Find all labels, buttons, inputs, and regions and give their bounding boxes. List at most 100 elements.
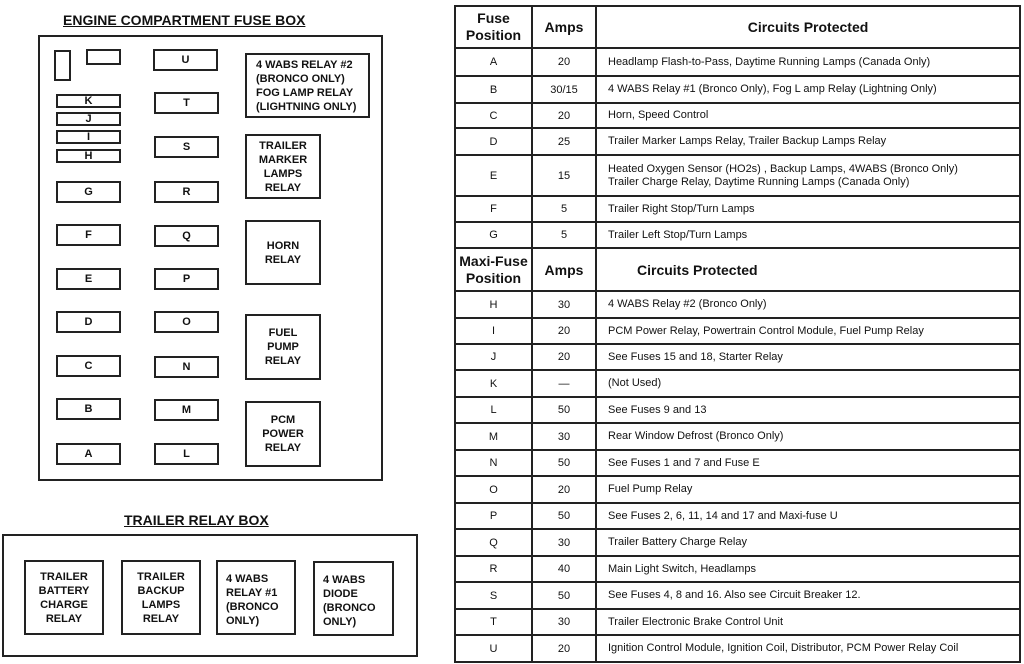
fuse-position-cell: C [454,102,533,129]
relay-trailer-marker-lamps: TRAILER MARKER LAMPS RELAY [245,134,321,199]
fuse-slot-B: B [56,398,121,420]
fuse-slot-R: R [154,181,219,203]
header-fuse-position: Fuse Position [454,5,533,49]
fuse-slot-H: H [56,149,121,163]
fuse-position-cell: I [454,317,533,345]
fuse-position-cell: A [454,47,533,77]
amps-cell: 20 [531,343,597,371]
fuse-slot-G: G [56,181,121,203]
diode-4wabs: 4 WABS DIODE (BRONCO ONLY) [313,561,394,636]
table-row: O 20 Fuel Pump Relay [454,475,1021,504]
fuse-slot-N: N [154,356,219,378]
maxi-fuse-table-header: Maxi-Fuse Position Amps Circuits Protected [454,247,1021,292]
table-row: U 20 Ignition Control Module, Ignition Coi… [454,634,1021,663]
table-row: L 50 See Fuses 9 and 13 [454,396,1021,424]
fuse-slot-I: I [56,130,121,144]
amps-cell: 20 [531,317,597,345]
table-row: C 20 Horn, Speed Control [454,102,1021,129]
circuits-cell: PCM Power Relay, Powertrain Control Modu… [595,317,1021,345]
table-row: K — (Not Used) [454,369,1021,398]
amps-cell: 50 [531,502,597,530]
fuse-slot-U: U [153,49,218,71]
amps-cell: 30 [531,528,597,557]
amps-cell: — [531,369,597,398]
fuse-slot-M: M [154,399,219,421]
amps-cell: 30 [531,290,597,319]
fuse-position-cell: Q [454,528,533,557]
fuse-position-cell: K [454,369,533,398]
fuse-slot-T: T [154,92,219,114]
table-row: R 40 Main Light Switch, Headlamps [454,555,1021,583]
table-row: P 50 See Fuses 2, 6, 11, 14 and 17 and Max… [454,502,1021,530]
circuits-cell: See Fuses 1 and 7 and Fuse E [595,449,1021,477]
amps-cell: 40 [531,555,597,583]
fuse-slot-D: D [56,311,121,333]
fuse-position-cell: U [454,634,533,663]
fuse-position-cell: F [454,195,533,223]
fuse-slot-E: E [56,268,121,290]
table-row: T 30 Trailer Electronic Brake Control Unit [454,608,1021,636]
table-row: J 20 See Fuses 15 and 18, Starter Relay [454,343,1021,371]
relay-trailer-battery-charge: TRAILER BATTERY CHARGE RELAY [24,560,104,635]
fuse-position-cell: T [454,608,533,636]
table-row: H 30 4 WABS Relay #2 (Bronco Only) [454,290,1021,319]
fuse-slot-P: P [154,268,219,290]
fuse-position-cell: G [454,221,533,249]
circuits-cell: Fuel Pump Relay [595,475,1021,504]
relay-fuel-pump: FUEL PUMP RELAY [245,314,321,380]
circuits-cell: Trailer Electronic Brake Control Unit [595,608,1021,636]
relay-pcm-power: PCM POWER RELAY [245,401,321,467]
table-row: D 25 Trailer Marker Lamps Relay, Trailer B… [454,127,1021,156]
trailer-box-title: TRAILER RELAY BOX [124,512,269,528]
circuits-cell: See Fuses 9 and 13 [595,396,1021,424]
engine-box-title: ENGINE COMPARTMENT FUSE BOX [63,12,306,28]
table-row: E 15 Heated Oxygen Sensor (HO2s) , Backup … [454,154,1021,197]
circuits-cell: See Fuses 4, 8 and 16. Also see Circuit … [595,581,1021,610]
header-maxi-circuits-protected: Circuits Protected [595,247,1021,292]
table-row: I 20 PCM Power Relay, Powertrain Control M… [454,317,1021,345]
circuits-cell: Trailer Left Stop/Turn Lamps [595,221,1021,249]
amps-cell: 30 [531,608,597,636]
amps-cell: 30/15 [531,75,597,104]
relay-4wabs-1: 4 WABS RELAY #1 (BRONCO ONLY) [216,560,296,635]
fuse-position-cell: H [454,290,533,319]
amps-cell: 20 [531,634,597,663]
fuse-position-cell: P [454,502,533,530]
amps-cell: 20 [531,475,597,504]
amps-cell: 30 [531,422,597,451]
amps-cell: 50 [531,581,597,610]
fuse-position-cell: O [454,475,533,504]
relay-4wabs-2-fog-lamp: 4 WABS RELAY #2 (BRONCO ONLY) FOG LAMP R… [245,53,370,118]
fuse-slot-Q: Q [154,225,219,247]
spare-fuse-slot-vertical [54,50,71,81]
fuse-position-cell: J [454,343,533,371]
fuse-slot-F: F [56,224,121,246]
amps-cell: 25 [531,127,597,156]
amps-cell: 5 [531,221,597,249]
circuits-cell: Trailer Right Stop/Turn Lamps [595,195,1021,223]
amps-cell: 50 [531,396,597,424]
fuse-slot-A: A [56,443,121,465]
fuse-position-cell: B [454,75,533,104]
circuits-cell: Main Light Switch, Headlamps [595,555,1021,583]
circuits-cell: 4 WABS Relay #2 (Bronco Only) [595,290,1021,319]
circuits-cell: Rear Window Defrost (Bronco Only) [595,422,1021,451]
circuits-cell: Headlamp Flash-to-Pass, Daytime Running … [595,47,1021,77]
fuse-position-cell: D [454,127,533,156]
circuits-cell: Trailer Marker Lamps Relay, Trailer Back… [595,127,1021,156]
fuse-slot-S: S [154,136,219,158]
fuse-position-cell: E [454,154,533,197]
relay-horn: HORN RELAY [245,220,321,285]
table-row: A 20 Headlamp Flash-to-Pass, Daytime Runni… [454,47,1021,77]
amps-cell: 20 [531,47,597,77]
fuse-slot-L: L [154,443,219,465]
table-row: Q 30 Trailer Battery Charge Relay [454,528,1021,557]
fuse-table: Fuse Position Amps Circuits Protected A2… [454,5,1021,663]
fuse-table-header: Fuse Position Amps Circuits Protected [454,5,1021,49]
table-row: N 50 See Fuses 1 and 7 and Fuse E [454,449,1021,477]
header-circuits-protected: Circuits Protected [595,5,1021,49]
amps-cell: 20 [531,102,597,129]
header-maxi-fuse-position: Maxi-Fuse Position [454,247,533,292]
table-row: B 30/15 4 WABS Relay #1 (Bronco Only), Fog… [454,75,1021,104]
amps-cell: 15 [531,154,597,197]
